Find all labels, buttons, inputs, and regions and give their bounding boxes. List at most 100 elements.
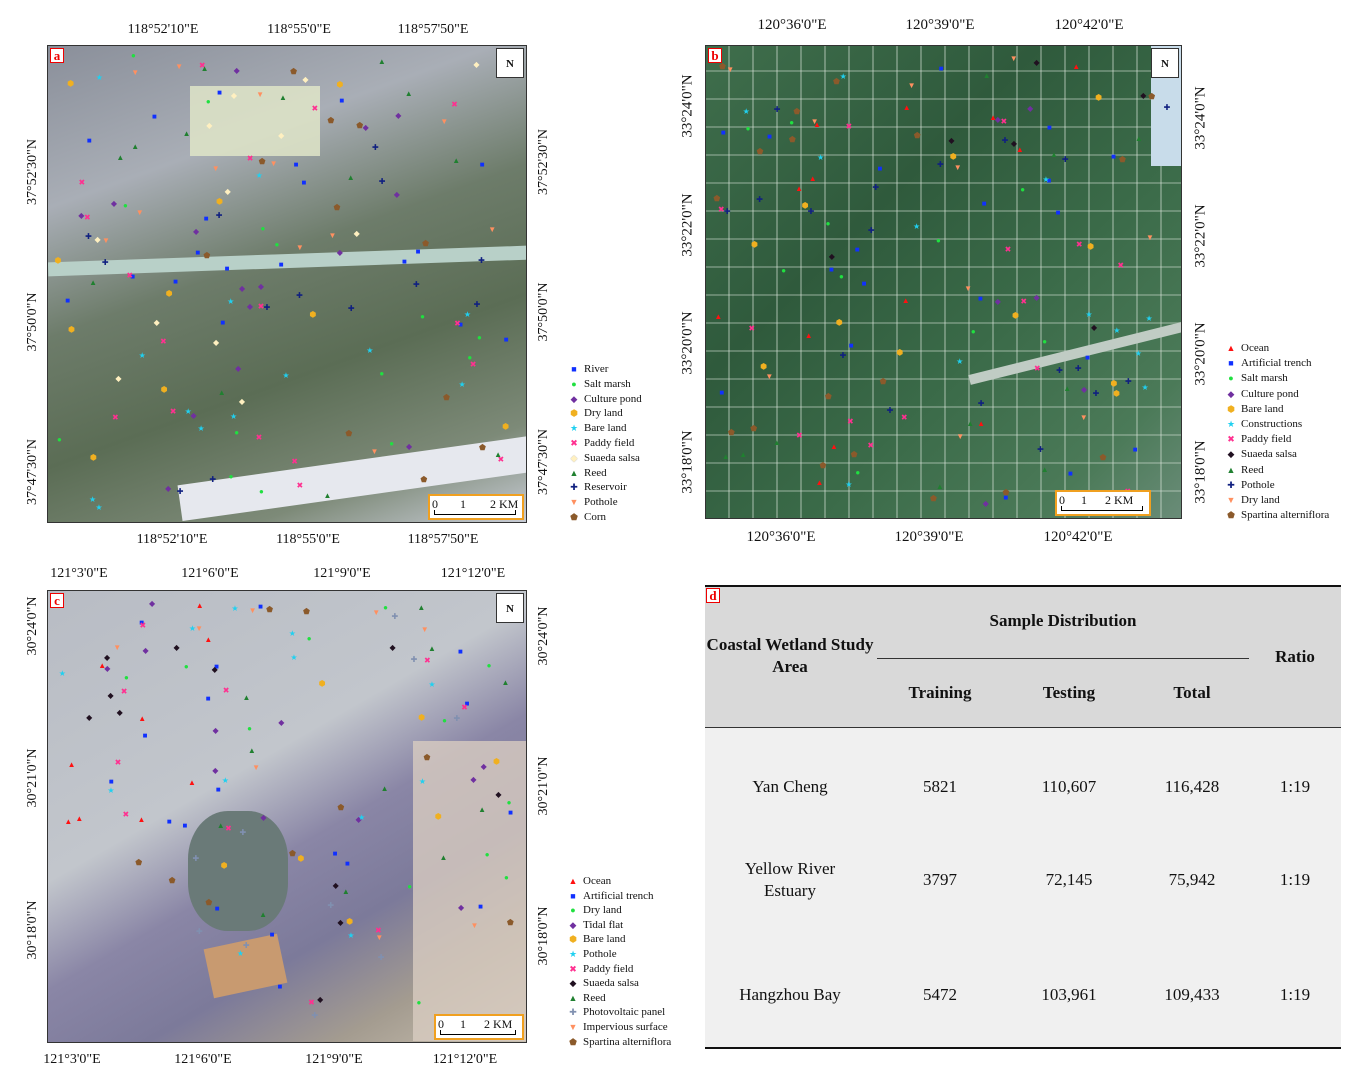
sample-point-marker: ■ xyxy=(277,981,283,991)
legend-label: Dry land xyxy=(584,407,623,420)
legend-item: ▼ Impervious surface xyxy=(565,1020,671,1035)
urban-area xyxy=(413,741,526,1041)
sample-point-marker: ▲ xyxy=(494,449,503,459)
sample-point-marker: ⬟ xyxy=(479,443,486,453)
sample-point-marker: ● xyxy=(503,873,509,883)
sample-point-marker: ✖ xyxy=(114,758,122,768)
legend-item: ▲ Ocean xyxy=(565,874,671,889)
lon-tick: 118°57'50"E xyxy=(397,22,469,37)
legend-item: ◆ Tidal flat xyxy=(565,918,671,933)
lon-tick: 121°9'0"E xyxy=(305,1052,363,1067)
sample-point-marker: ◆ xyxy=(828,252,835,262)
sample-point-marker: ▼ xyxy=(135,207,144,217)
legend-label: Culture pond xyxy=(584,392,642,405)
sample-point-marker: ▲ xyxy=(808,173,817,183)
cell-training: 3797 xyxy=(923,870,957,889)
cell-area: Yellow River Estuary xyxy=(744,859,836,900)
sample-point-marker: ⬟ xyxy=(289,849,296,859)
sample-point-marker: ■ xyxy=(767,132,772,142)
sample-point-marker: ■ xyxy=(861,279,867,289)
sample-point-marker: ✚ xyxy=(1061,155,1069,165)
sample-point-marker: ■ xyxy=(981,199,987,209)
sample-point-marker: ★ xyxy=(95,72,103,82)
sample-point-marker: ◆ xyxy=(246,301,254,311)
sample-point-marker: ✚ xyxy=(327,901,335,911)
legend-label: Paddy field xyxy=(583,962,634,975)
sample-point-marker: ◆ xyxy=(224,187,231,197)
lat-tick: 33°18'0"N xyxy=(1192,440,1209,504)
lon-tick: 121°12'0"E xyxy=(432,1052,498,1067)
sample-point-marker: ■ xyxy=(854,245,860,255)
legend-marker-icon: ▲ xyxy=(1226,464,1236,475)
sample-point-marker: ▲ xyxy=(977,418,986,428)
sample-point-marker: ◆ xyxy=(115,374,122,384)
sample-point-marker: ● xyxy=(484,850,490,860)
sample-point-marker: ✖ xyxy=(717,204,725,214)
sample-point-marker: ■ xyxy=(339,96,345,106)
sample-point-marker: ◆ xyxy=(948,135,955,145)
sample-point-marker: ⬢ xyxy=(1095,93,1103,103)
legend-label: Suaeda salsa xyxy=(583,977,639,990)
sample-point-marker: ▲ xyxy=(795,184,804,194)
sample-point-marker: ⬢ xyxy=(493,756,501,766)
sample-point-marker: ⬟ xyxy=(793,107,801,117)
sample-point-marker: ✖ xyxy=(255,433,263,443)
scale-bar: 012 KM xyxy=(428,494,524,520)
sample-point-marker: ★ xyxy=(817,153,825,163)
sample-point-marker: ⬟ xyxy=(266,604,274,614)
sample-point-marker: ⬟ xyxy=(168,876,176,886)
sample-point-marker: ⬟ xyxy=(1148,92,1156,102)
sample-point-marker: ■ xyxy=(166,816,172,826)
sample-point-marker: ▲ xyxy=(138,714,147,724)
sample-point-marker: ⬟ xyxy=(879,377,887,387)
sample-point-marker: ✚ xyxy=(176,487,184,497)
sample-point-marker: ✚ xyxy=(410,654,418,664)
sample-point-marker: ▼ xyxy=(1079,413,1088,423)
sample-point-marker: ◆ xyxy=(193,227,200,237)
sample-point-marker: ▼ xyxy=(256,90,265,100)
legend-item: ▲ Reed xyxy=(565,991,671,1006)
sample-point-marker: ▲ xyxy=(1015,144,1024,154)
lon-tick: 121°3'0"E xyxy=(43,1052,101,1067)
sample-point-marker: ◆ xyxy=(153,318,160,328)
sample-point-marker: ⬢ xyxy=(1011,311,1019,321)
sample-point-marker: ▲ xyxy=(341,886,350,896)
panel-label: d xyxy=(706,588,720,603)
sample-point-marker: ✖ xyxy=(83,213,91,223)
sample-point-marker: ▲ xyxy=(812,120,821,130)
north-arrow-icon: N xyxy=(496,593,524,623)
legend-marker-icon: ◆ xyxy=(570,393,578,404)
legend-item: ⬢ Bare land xyxy=(1223,402,1329,417)
sample-point-marker: ▲ xyxy=(404,89,413,99)
sample-point-marker: ● xyxy=(124,672,129,682)
legend-label: Bare land xyxy=(583,933,626,946)
sample-point-marker: ✖ xyxy=(748,323,756,333)
sample-point-marker: ✖ xyxy=(120,686,128,696)
sample-point-marker: ✚ xyxy=(1037,445,1044,455)
lat-tick: 33°20'0"N xyxy=(679,311,696,375)
legend-label: Impervious surface xyxy=(583,1020,668,1033)
col-header-ratio: Ratio xyxy=(1275,647,1315,666)
sample-point-marker: ■ xyxy=(332,848,338,858)
map-panel-c: c N 012 KM ▼ ● ◆ ✚ ■ ⬟ ▼ ■ ◆ ◆ ✚ ⬢ ✚ ⬢ ■ ★ ✚ ◆ ● ▲ ◆ ■ ▲ ● ✚ ⬟ ● ⬟ ✖… xyxy=(47,590,527,1043)
sample-point-marker: ★ xyxy=(742,107,750,117)
lat-tick: 30°18'0"N xyxy=(25,900,40,960)
sample-point-marker: ⬢ xyxy=(318,678,326,688)
sample-point-marker: ⬢ xyxy=(336,79,344,89)
sample-point-marker: ★ xyxy=(227,297,235,307)
legend-label: Spartina alterniflora xyxy=(1241,509,1330,522)
sample-point-marker: ✚ xyxy=(867,226,875,236)
cell-total: 109,433 xyxy=(1164,985,1220,1004)
sample-point-marker: ▲ xyxy=(182,128,191,138)
sample-point-marker: ▲ xyxy=(714,312,723,322)
sample-point-marker: ⬟ xyxy=(913,130,921,140)
sample-point-marker: ■ xyxy=(215,784,221,794)
sample-point-marker: ● xyxy=(838,271,844,281)
sample-point-marker: ✖ xyxy=(423,656,431,666)
sample-point-marker: ◆ xyxy=(473,59,480,69)
legend-item: ▼ Dry land xyxy=(1223,493,1329,508)
cell-total: 75,942 xyxy=(1168,870,1216,889)
sample-point-marker: ▲ xyxy=(346,173,355,183)
sample-point-marker: ◆ xyxy=(457,903,465,913)
sample-point-marker: ⬟ xyxy=(443,393,451,403)
